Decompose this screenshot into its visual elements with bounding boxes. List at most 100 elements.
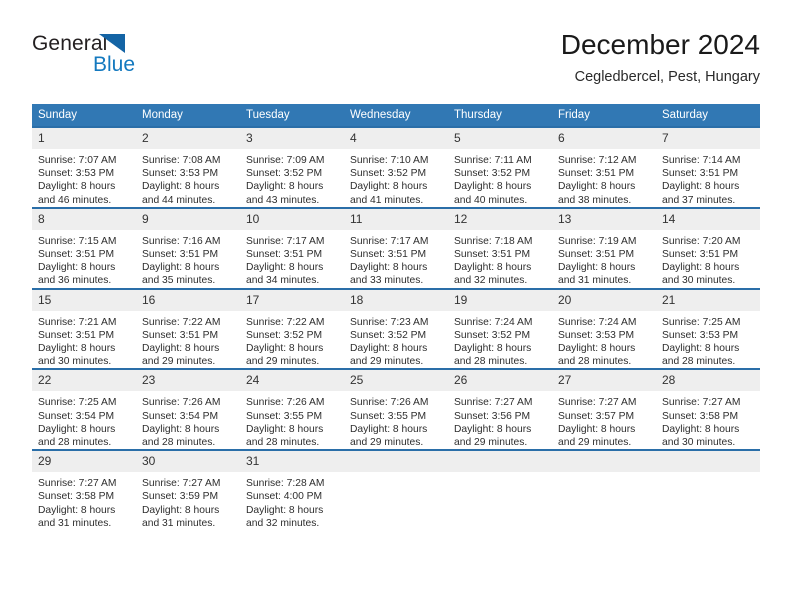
day-number: 6 [552,128,656,149]
day-cell[interactable]: 15 Sunrise: 7:21 AM Sunset: 3:51 PM Dayl… [32,287,136,370]
sunset-text: Sunset: 3:52 PM [454,168,531,180]
sunset-text: Sunset: 3:52 PM [246,329,323,341]
day-cell[interactable]: 16 Sunrise: 7:22 AM Sunset: 3:51 PM Dayl… [136,287,240,370]
page-title: December 2024 [560,29,760,60]
day-cell[interactable]: 19 Sunrise: 7:24 AM Sunset: 3:52 PM Dayl… [448,287,552,370]
day-cell[interactable]: 17 Sunrise: 7:22 AM Sunset: 3:52 PM Dayl… [240,287,344,370]
daylight-text-line2: and 32 minutes. [454,275,528,287]
brand-logo[interactable]: General Blue [32,32,222,88]
day-number: 4 [344,128,448,149]
day-cell[interactable]: 30 Sunrise: 7:27 AM Sunset: 3:59 PM Dayl… [136,449,240,531]
day-details: Sunrise: 7:25 AM Sunset: 3:53 PM Dayligh… [656,311,760,369]
day-details: Sunrise: 7:27 AM Sunset: 3:57 PM Dayligh… [552,391,656,449]
day-cell[interactable]: 28 Sunrise: 7:27 AM Sunset: 3:58 PM Dayl… [656,368,760,451]
day-cell[interactable]: 21 Sunrise: 7:25 AM Sunset: 3:53 PM Dayl… [656,287,760,370]
day-cell[interactable]: 29 Sunrise: 7:27 AM Sunset: 3:58 PM Dayl… [32,449,136,531]
sunset-text: Sunset: 3:52 PM [350,329,427,341]
day-cell[interactable]: 1 Sunrise: 7:07 AM Sunset: 3:53 PM Dayli… [32,126,136,208]
day-cell[interactable]: 13 Sunrise: 7:19 AM Sunset: 3:51 PM Dayl… [552,206,656,289]
daylight-text-line1: Daylight: 8 hours [142,423,220,435]
daylight-text-line2: and 30 minutes. [662,437,736,449]
day-cell[interactable]: 7 Sunrise: 7:14 AM Sunset: 3:51 PM Dayli… [656,126,760,208]
day-details: Sunrise: 7:17 AM Sunset: 3:51 PM Dayligh… [240,230,344,288]
sunset-text: Sunset: 3:51 PM [142,329,219,341]
day-cell[interactable]: 26 Sunrise: 7:27 AM Sunset: 3:56 PM Dayl… [448,368,552,451]
daylight-text-line2: and 44 minutes. [142,194,216,206]
day-cell[interactable]: 8 Sunrise: 7:15 AM Sunset: 3:51 PM Dayli… [32,206,136,289]
sunrise-text: Sunrise: 7:10 AM [350,155,429,166]
day-details: Sunrise: 7:22 AM Sunset: 3:51 PM Dayligh… [136,311,240,369]
sunrise-text: Sunrise: 7:25 AM [662,316,741,328]
day-details: Sunrise: 7:24 AM Sunset: 3:53 PM Dayligh… [552,311,656,369]
day-cell[interactable]: 18 Sunrise: 7:23 AM Sunset: 3:52 PM Dayl… [344,287,448,370]
day-number: 26 [448,370,552,392]
day-cell[interactable]: 25 Sunrise: 7:26 AM Sunset: 3:55 PM Dayl… [344,368,448,451]
sunrise-text: Sunrise: 7:11 AM [454,155,532,166]
calendar-page: General Blue December 2024 Cegledbercel,… [0,0,792,612]
day-cell[interactable]: 9 Sunrise: 7:16 AM Sunset: 3:51 PM Dayli… [136,206,240,289]
sunset-text: Sunset: 3:58 PM [662,410,739,422]
day-details: Sunrise: 7:19 AM Sunset: 3:51 PM Dayligh… [552,230,656,288]
daylight-text-line1: Daylight: 8 hours [662,262,740,274]
sunset-text: Sunset: 3:51 PM [662,249,739,261]
day-cell[interactable]: 24 Sunrise: 7:26 AM Sunset: 3:55 PM Dayl… [240,368,344,451]
daylight-text-line2: and 28 minutes. [662,356,736,368]
day-cell[interactable]: 22 Sunrise: 7:25 AM Sunset: 3:54 PM Dayl… [32,368,136,451]
calendar-week-row: 15 Sunrise: 7:21 AM Sunset: 3:51 PM Dayl… [32,287,760,370]
day-cell[interactable]: 6 Sunrise: 7:12 AM Sunset: 3:51 PM Dayli… [552,126,656,208]
day-details: Sunrise: 7:24 AM Sunset: 3:52 PM Dayligh… [448,311,552,369]
daylight-text-line2: and 31 minutes. [558,275,632,287]
calendar-table: Sunday Monday Tuesday Wednesday Thursday… [32,104,760,531]
day-details [448,472,552,477]
sunrise-text: Sunrise: 7:08 AM [142,155,221,166]
day-details: Sunrise: 7:15 AM Sunset: 3:51 PM Dayligh… [32,230,136,288]
calendar-body: 1 Sunrise: 7:07 AM Sunset: 3:53 PM Dayli… [32,126,760,531]
day-number: 13 [552,208,656,230]
weekday-header-friday: Friday [552,104,656,127]
sunset-text: Sunset: 3:51 PM [662,168,739,180]
day-cell[interactable]: 31 Sunrise: 7:28 AM Sunset: 4:00 PM Dayl… [240,449,344,531]
day-number: 7 [656,128,760,149]
day-details: Sunrise: 7:25 AM Sunset: 3:54 PM Dayligh… [32,391,136,449]
daylight-text-line2: and 38 minutes. [558,194,632,206]
day-number: 28 [656,370,760,392]
sunrise-text: Sunrise: 7:24 AM [558,316,637,328]
day-cell[interactable]: 23 Sunrise: 7:26 AM Sunset: 3:54 PM Dayl… [136,368,240,451]
day-details: Sunrise: 7:10 AM Sunset: 3:52 PM Dayligh… [344,149,448,207]
sunrise-text: Sunrise: 7:09 AM [246,155,325,166]
day-cell[interactable]: 14 Sunrise: 7:20 AM Sunset: 3:51 PM Dayl… [656,206,760,289]
day-cell[interactable]: 11 Sunrise: 7:17 AM Sunset: 3:51 PM Dayl… [344,206,448,289]
calendar-week-row: 22 Sunrise: 7:25 AM Sunset: 3:54 PM Dayl… [32,368,760,451]
daylight-text-line2: and 29 minutes. [350,437,424,449]
sunset-text: Sunset: 3:51 PM [38,329,115,341]
daylight-text-line1: Daylight: 8 hours [142,181,220,193]
day-cell[interactable]: 2 Sunrise: 7:08 AM Sunset: 3:53 PM Dayli… [136,126,240,208]
daylight-text-line2: and 36 minutes. [38,275,112,287]
day-details: Sunrise: 7:21 AM Sunset: 3:51 PM Dayligh… [32,311,136,369]
sunset-text: Sunset: 3:54 PM [142,410,219,422]
weekday-header-saturday: Saturday [656,104,760,127]
day-number: 11 [344,208,448,230]
daylight-text-line1: Daylight: 8 hours [662,423,740,435]
day-cell[interactable]: 10 Sunrise: 7:17 AM Sunset: 3:51 PM Dayl… [240,206,344,289]
day-cell[interactable]: 3 Sunrise: 7:09 AM Sunset: 3:52 PM Dayli… [240,126,344,208]
day-number: 19 [448,289,552,311]
sunrise-text: Sunrise: 7:17 AM [350,235,429,247]
brand-name-blue: Blue [93,53,136,76]
sunrise-text: Sunrise: 7:24 AM [454,316,533,328]
daylight-text-line1: Daylight: 8 hours [558,181,636,193]
day-cell[interactable]: 20 Sunrise: 7:24 AM Sunset: 3:53 PM Dayl… [552,287,656,370]
day-number: 17 [240,289,344,311]
sunset-text: Sunset: 3:51 PM [142,249,219,261]
day-cell[interactable]: 12 Sunrise: 7:18 AM Sunset: 3:51 PM Dayl… [448,206,552,289]
weekday-header-monday: Monday [136,104,240,127]
location-subtitle: Cegledbercel, Pest, Hungary [574,69,760,85]
day-cell[interactable]: 27 Sunrise: 7:27 AM Sunset: 3:57 PM Dayl… [552,368,656,451]
sunrise-text: Sunrise: 7:14 AM [662,155,741,166]
day-cell[interactable]: 5 Sunrise: 7:11 AM Sunset: 3:52 PM Dayli… [448,126,552,208]
day-number: 31 [240,451,344,473]
sunrise-text: Sunrise: 7:15 AM [38,235,117,247]
day-cell[interactable]: 4 Sunrise: 7:10 AM Sunset: 3:52 PM Dayli… [344,126,448,208]
sunrise-text: Sunrise: 7:22 AM [142,316,221,328]
daylight-text-line1: Daylight: 8 hours [246,423,324,435]
